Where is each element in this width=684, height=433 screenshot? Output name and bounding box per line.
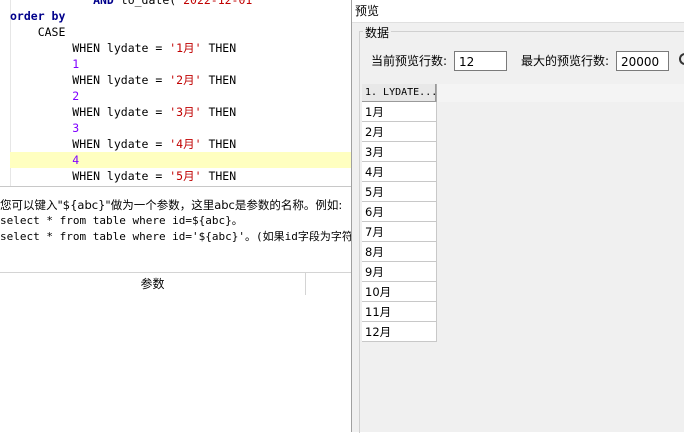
code-token: '5月' (169, 169, 202, 183)
code-line: WHEN lydate = '4月' THEN (10, 136, 352, 152)
code-token: 4 (10, 153, 80, 167)
preview-titlebar[interactable]: 预览 (352, 0, 684, 23)
grid-cell[interactable]: 12月 (362, 322, 437, 342)
code-token: THEN (201, 41, 237, 55)
current-rows-field[interactable]: 12 (454, 51, 507, 71)
grid-cell[interactable]: 5月 (362, 182, 437, 202)
code-token: CASE (10, 25, 66, 39)
parameter-table-header: 参数 (0, 272, 352, 296)
code-token: THEN (201, 137, 237, 151)
refresh-icon[interactable] (679, 53, 684, 65)
code-token: AND (10, 0, 121, 7)
code-token: 1 (10, 57, 80, 71)
grid-header-spacer (437, 84, 684, 103)
code-line: 4 (10, 152, 352, 168)
hint-line-3: select * from table where id='${abc}'。(如… (0, 230, 352, 243)
code-token: to_date( (120, 0, 177, 7)
code-token: '2月' (169, 73, 202, 87)
code-line: 2 (10, 88, 352, 104)
code-token: '3月' (169, 105, 202, 119)
parameter-hint-panel: 您可以键入"${abc}"做为一个参数，这里abc是参数的名称。例如: sele… (0, 186, 352, 273)
code-line: AND to_date('2022-12-01' (10, 0, 352, 8)
code-line: 3 (10, 120, 352, 136)
data-group-label: 数据 (363, 24, 392, 41)
grid-cell[interactable]: 4月 (362, 162, 437, 182)
code-line: WHEN lydate = '5月' THEN (10, 168, 352, 184)
max-rows-field[interactable]: 20000 (616, 51, 669, 71)
code-token: '4月' (169, 137, 202, 151)
grid-cell[interactable]: 10月 (362, 282, 437, 302)
preview-dialog: 预览 数据 当前预览行数: 12 最大的预览行数: 20000 1. LYDAT… (351, 0, 684, 433)
code-token: WHEN lydate = (10, 137, 170, 151)
grid-cell[interactable]: 7月 (362, 222, 437, 242)
code-token: order by (10, 9, 66, 23)
grid-column-header-lydate[interactable]: 1. LYDATE... (362, 84, 436, 102)
hint-line-2: select * from table where id=${abc}。 (0, 214, 243, 227)
code-line: order by (10, 8, 352, 24)
code-line: WHEN lydate = '2月' THEN (10, 72, 352, 88)
preview-data-grid[interactable]: 1. LYDATE... 1月 2月 3月 4月 5月 6月 7月 8月 9月 10月 11月 12月 (362, 84, 684, 432)
grid-cell[interactable]: 9月 (362, 262, 437, 282)
grid-empty-area (437, 102, 684, 432)
parameter-table-body[interactable] (0, 295, 352, 432)
code-token: 2 (10, 89, 80, 103)
grid-cell[interactable]: 2月 (362, 122, 437, 142)
preview-title: 预览 (355, 4, 380, 18)
code-token: WHEN lydate = (10, 169, 170, 183)
code-token: WHEN lydate = (10, 73, 170, 87)
code-line: 1 (10, 56, 352, 72)
code-line: CASE (10, 24, 352, 40)
code-token: 3 (10, 121, 80, 135)
grid-cell[interactable]: 11月 (362, 302, 437, 322)
code-line: WHEN lydate = '3月' THEN (10, 104, 352, 120)
code-token: WHEN lydate = (10, 105, 170, 119)
grid-empty-area-below (362, 342, 437, 432)
code-token: '2022-12-01' (176, 0, 260, 7)
code-token: '1月' (169, 41, 202, 55)
grid-cell[interactable]: 8月 (362, 242, 437, 262)
code-token: THEN (201, 169, 237, 183)
max-rows-label: 最大的预览行数: (521, 54, 610, 68)
grid-cell[interactable]: 3月 (362, 142, 437, 162)
current-rows-label: 当前预览行数: (371, 54, 448, 68)
grid-cell[interactable]: 6月 (362, 202, 437, 222)
code-token: THEN (201, 73, 237, 87)
grid-cell[interactable]: 1月 (362, 102, 437, 122)
code-token: WHEN lydate = (10, 41, 170, 55)
sql-editor[interactable]: AND to_date('2022-12-01' order by CASE WH… (0, 0, 352, 186)
grid-header-row: 1. LYDATE... (362, 84, 684, 103)
param-column-header[interactable]: 参数 (0, 273, 306, 295)
code-token: THEN (201, 105, 237, 119)
hint-line-1: 您可以键入"${abc}"做为一个参数，这里abc是参数的名称。例如: (0, 198, 343, 212)
code-line: WHEN lydate = '1月' THEN (10, 40, 352, 56)
